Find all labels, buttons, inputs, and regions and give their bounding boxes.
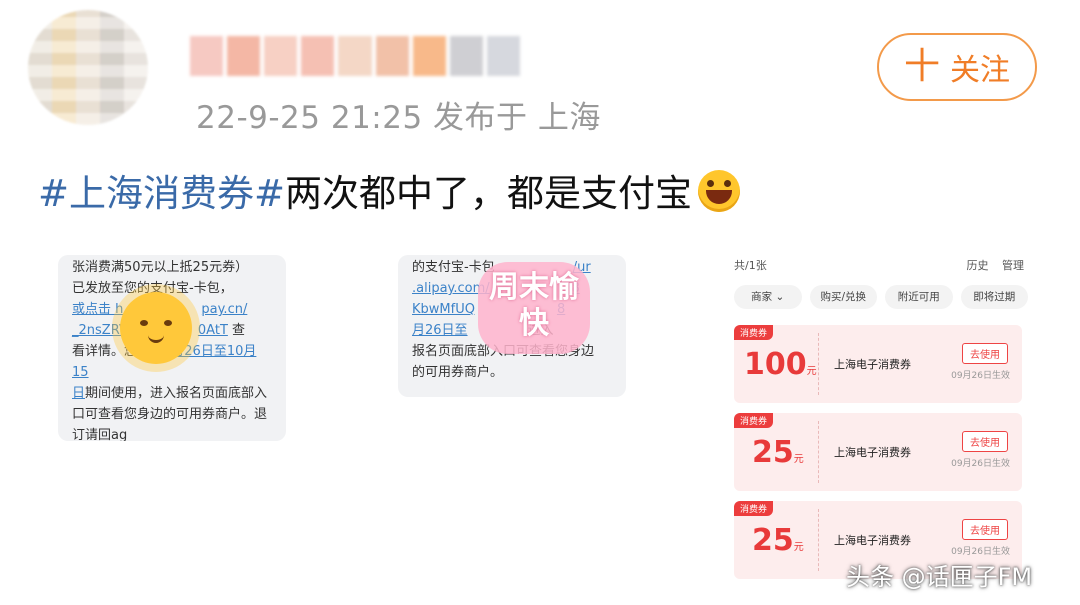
sms-line: 口可查看您身边的可用券商户。退 xyxy=(72,407,268,422)
watermark: 头条 @话匣子FM xyxy=(846,563,1033,591)
sms-line: 的可用券商户。 xyxy=(412,365,504,380)
coupon-amount: 25元 xyxy=(752,435,804,470)
coupon-name: 上海电子消费券 xyxy=(834,534,911,547)
chevron-down-icon: ⌄ xyxy=(775,291,785,303)
coupon-card[interactable]: 消费券 100元 上海电子消费券 去使用 09月26日生效 xyxy=(734,325,1022,403)
filter-purchase[interactable]: 购买/兑换 xyxy=(809,285,877,309)
use-coupon-button[interactable]: 去使用 xyxy=(962,519,1008,540)
weekend-sticker: 周末愉快 xyxy=(478,262,590,354)
follow-label: 关注 xyxy=(950,53,1010,88)
coupon-divider xyxy=(818,333,819,395)
coupon-effective-date: 09月26日生效 xyxy=(951,371,1010,381)
sms-line: 订请回ag xyxy=(72,428,128,441)
hashtag-link[interactable]: #上海消费券# xyxy=(38,172,285,215)
coupon-tag: 消费券 xyxy=(734,413,774,428)
coupon-amount: 25元 xyxy=(752,523,804,558)
history-link[interactable]: 历史 xyxy=(967,259,989,272)
coupon-name: 上海电子消费券 xyxy=(834,358,911,371)
image-thumbnail-wallet[interactable]: 共/1张 历史 管理 商家 ⌄ 购买/兑换 附近可用 即将过期 消费券 100元… xyxy=(716,245,1036,590)
coupon-tag: 消费券 xyxy=(734,325,774,340)
coupon-effective-date: 09月26日生效 xyxy=(951,547,1010,557)
filter-nearby[interactable]: 附近可用 xyxy=(885,285,953,309)
use-coupon-button[interactable]: 去使用 xyxy=(962,431,1008,452)
post-meta: 22-9-25 21:25 发布于 上海 xyxy=(196,100,601,136)
coupon-divider xyxy=(818,421,819,483)
coupon-card[interactable]: 消费券 25元 上海电子消费券 去使用 09月26日生效 xyxy=(734,413,1022,491)
use-coupon-button[interactable]: 去使用 xyxy=(962,343,1008,364)
coupon-amount: 100元 xyxy=(744,347,817,382)
post-body: 两次都中了，都是支付宝 xyxy=(285,172,693,215)
coupon-tag: 消费券 xyxy=(734,501,774,516)
coupon-count: 共/1张 xyxy=(734,259,767,272)
filter-expiring[interactable]: 即将过期 xyxy=(960,285,1028,309)
sms-line: 日期间使用，进入报名页面底部入 xyxy=(72,386,268,401)
user-avatar[interactable] xyxy=(28,10,148,125)
plus-icon: 十 xyxy=(903,46,940,87)
sun-sticker-icon xyxy=(120,292,192,364)
coupon-effective-date: 09月26日生效 xyxy=(951,459,1010,469)
manage-link[interactable]: 管理 xyxy=(1002,259,1024,272)
coupon-divider xyxy=(818,509,819,571)
filter-bar: 商家 ⌄ 购买/兑换 附近可用 即将过期 xyxy=(734,285,1028,309)
follow-button[interactable]: 十 关注 xyxy=(877,33,1037,101)
grin-emoji-icon xyxy=(698,170,741,212)
post-text: #上海消费券#两次都中了，都是支付宝 xyxy=(38,163,741,217)
username-blurred[interactable] xyxy=(190,36,520,76)
coupon-name: 上海电子消费券 xyxy=(834,446,911,459)
wallet-header: 共/1张 历史 管理 xyxy=(734,257,1024,273)
sms-line: 张消费满50元以上抵25元券） xyxy=(72,260,249,275)
filter-merchant[interactable]: 商家 ⌄ xyxy=(734,285,802,309)
